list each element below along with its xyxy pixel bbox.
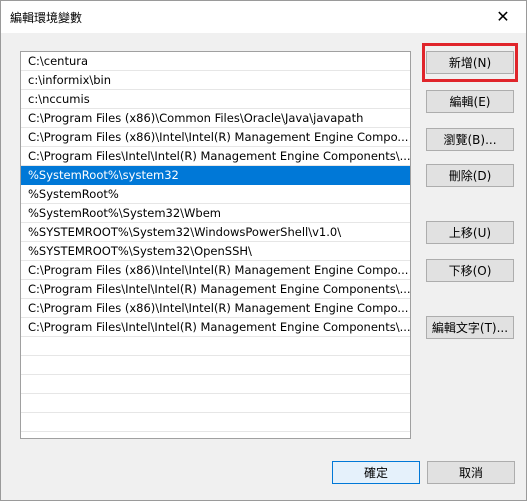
cancel-button[interactable]: 取消	[427, 461, 515, 484]
list-item[interactable]: C:\Program Files (x86)\Intel\Intel(R) Ma…	[21, 261, 410, 280]
empty-list-row	[21, 394, 410, 413]
list-item[interactable]: C:\Program Files (x86)\Common Files\Orac…	[21, 109, 410, 128]
list-item[interactable]: C:\Program Files\Intel\Intel(R) Manageme…	[21, 147, 410, 166]
list-item[interactable]: %SystemRoot%	[21, 185, 410, 204]
new-button[interactable]: 新增(N)	[426, 51, 514, 74]
delete-button[interactable]: 刪除(D)	[426, 164, 514, 187]
list-item[interactable]: %SYSTEMROOT%\System32\WindowsPowerShell\…	[21, 223, 410, 242]
empty-list-row	[21, 375, 410, 394]
list-item[interactable]: %SYSTEMROOT%\System32\OpenSSH\	[21, 242, 410, 261]
empty-list-row	[21, 337, 410, 356]
move-down-button[interactable]: 下移(O)	[426, 259, 514, 282]
list-item[interactable]: C:\centura	[21, 52, 410, 71]
browse-button[interactable]: 瀏覽(B)...	[426, 128, 514, 151]
list-item[interactable]: C:\Program Files\Intel\Intel(R) Manageme…	[21, 280, 410, 299]
path-list[interactable]: C:\centura c:\informix\bin c:\nccumis C:\Pr…	[20, 51, 411, 439]
dialog-title: 編輯環境變數	[10, 11, 83, 25]
list-item[interactable]: C:\Program Files (x86)\Intel\Intel(R) Ma…	[21, 128, 410, 147]
edit-text-button[interactable]: 編輯文字(T)...	[426, 316, 514, 339]
ok-button[interactable]: 確定	[332, 461, 420, 484]
list-item[interactable]: %SystemRoot%\System32\Wbem	[21, 204, 410, 223]
title-bar: 編輯環境變數 ✕	[1, 1, 526, 33]
close-icon[interactable]: ✕	[480, 1, 526, 32]
list-item[interactable]: c:\nccumis	[21, 90, 410, 109]
list-item[interactable]: %SystemRoot%\system32	[21, 166, 410, 185]
empty-list-row	[21, 356, 410, 375]
edit-env-var-dialog: 編輯環境變數 ✕ C:\centura c:\informix\bin c:\ncc…	[0, 0, 527, 501]
move-up-button[interactable]: 上移(U)	[426, 221, 514, 244]
empty-list-row	[21, 413, 410, 432]
edit-button[interactable]: 編輯(E)	[426, 90, 514, 113]
list-item[interactable]: C:\Program Files (x86)\Intel\Intel(R) Ma…	[21, 299, 410, 318]
list-item[interactable]: C:\Program Files\Intel\Intel(R) Manageme…	[21, 318, 410, 337]
list-item[interactable]: c:\informix\bin	[21, 71, 410, 90]
